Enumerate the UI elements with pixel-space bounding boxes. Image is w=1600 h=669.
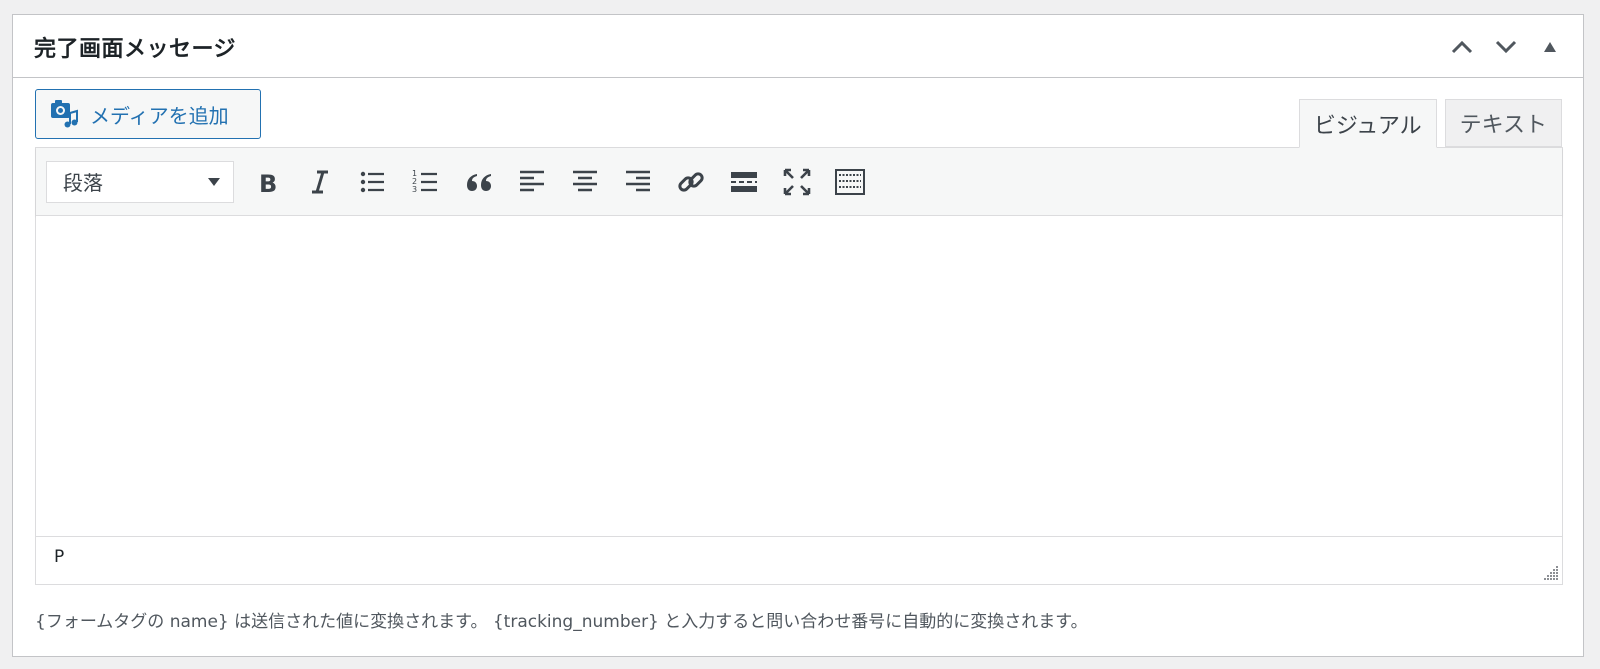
italic-icon [312, 170, 328, 193]
bulleted-list-button[interactable] [352, 161, 394, 203]
align-left-icon [520, 170, 544, 191]
editor-statusbar: P [36, 536, 1562, 584]
element-path[interactable]: P [54, 547, 64, 567]
chevron-down-icon [1495, 40, 1517, 54]
move-up-button[interactable] [1443, 29, 1481, 65]
toolbar-toggle-button[interactable] [829, 161, 871, 203]
align-left-button[interactable] [511, 161, 553, 203]
rich-text-editor: 段落 B 1 2 3 P [35, 147, 1563, 585]
blockquote-button[interactable] [458, 161, 500, 203]
insert-link-button[interactable] [670, 161, 712, 203]
panel-title: 完了画面メッセージ [34, 37, 237, 62]
read-more-icon [731, 171, 757, 192]
editor-content-area[interactable] [36, 216, 1562, 536]
resize-handle-icon[interactable] [1543, 565, 1559, 581]
editor-tabs: ビジュアル テキスト [1298, 99, 1562, 148]
bold-icon: B [259, 170, 277, 198]
media-add-icon [51, 100, 78, 128]
numbered-list-icon: 1 2 3 [412, 169, 437, 194]
blockquote-icon [467, 173, 491, 191]
align-right-icon [626, 170, 650, 191]
add-media-button[interactable]: メディアを追加 [35, 89, 261, 139]
toolbar-toggle-icon [835, 168, 865, 195]
field-description: {フォームタグの name} は送信された値に変換されます。 {tracking… [35, 612, 1088, 632]
editor-toolbar: 段落 B 1 2 3 [36, 148, 1562, 216]
fullscreen-button[interactable] [776, 161, 818, 203]
tab-text[interactable]: テキスト [1444, 99, 1562, 147]
link-icon [678, 171, 704, 192]
panel-handle-actions [1443, 29, 1569, 65]
bold-button[interactable]: B [246, 161, 288, 203]
fullscreen-icon [783, 168, 811, 195]
format-select-value: 段落 [63, 171, 103, 195]
toggle-panel-button[interactable] [1531, 29, 1569, 65]
numbered-list-button[interactable]: 1 2 3 [405, 161, 447, 203]
triangle-up-icon [1544, 42, 1556, 52]
format-select[interactable]: 段落 [46, 160, 234, 203]
align-center-icon [573, 170, 597, 191]
chevron-up-icon [1451, 40, 1473, 54]
align-right-button[interactable] [617, 161, 659, 203]
panel-header: 完了画面メッセージ [13, 15, 1583, 78]
read-more-button[interactable] [723, 161, 765, 203]
svg-text:3: 3 [412, 185, 417, 194]
tab-visual[interactable]: ビジュアル [1298, 99, 1437, 148]
dropdown-arrow-icon [208, 177, 220, 186]
align-center-button[interactable] [564, 161, 606, 203]
svg-text:B: B [259, 170, 277, 198]
italic-button[interactable] [299, 161, 341, 203]
move-down-button[interactable] [1487, 29, 1525, 65]
completion-message-panel: 完了画面メッセージ メディアを追加 ビジュアル テキスト 段落 B 1 2 3 … [12, 14, 1584, 657]
bulleted-list-icon [360, 171, 384, 192]
add-media-label: メディアを追加 [90, 103, 229, 128]
